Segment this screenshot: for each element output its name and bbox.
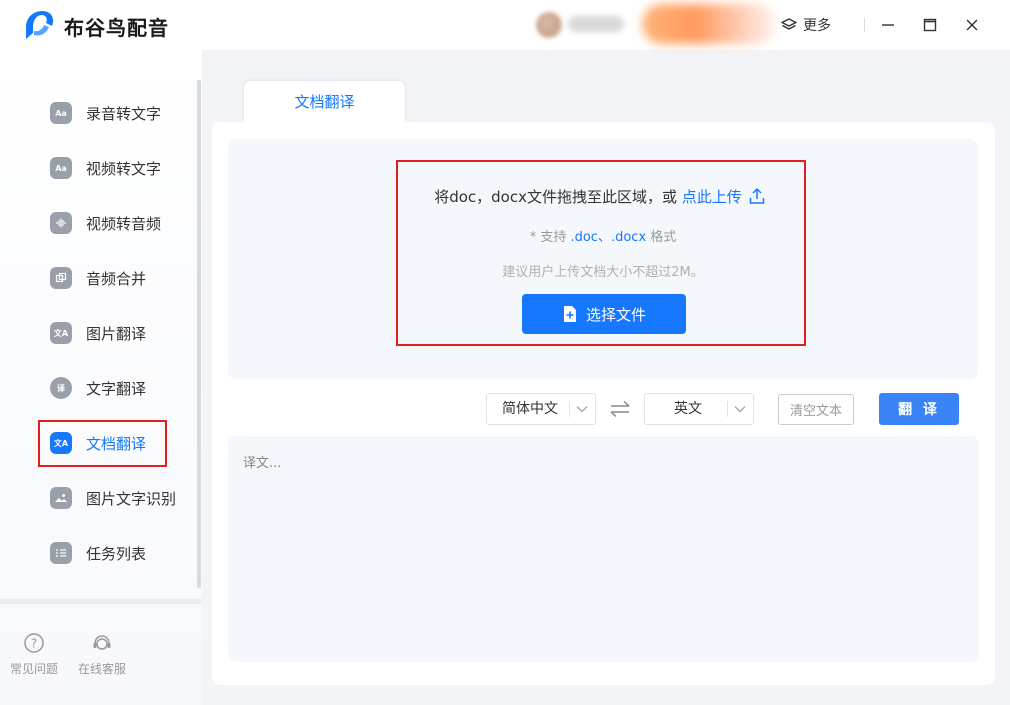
upload-link[interactable]: 点此上传	[681, 187, 766, 206]
sidebar-item-label: 音频合并	[86, 269, 147, 288]
sidebar-item-video-to-audio[interactable]: 视频转音频	[50, 208, 161, 238]
tab-document-translate[interactable]: 文档翻译	[243, 80, 406, 122]
upload-icon	[749, 187, 765, 204]
sidebar-item-audio-to-text[interactable]: Aa 录音转文字	[50, 98, 161, 128]
sidebar-item-label: 图片文字识别	[86, 489, 177, 508]
sidebar-item-video-to-text[interactable]: Aa 视频转文字	[50, 153, 161, 183]
drop-prompt: 将doc，docx文件拖拽至此区域，或	[434, 188, 677, 206]
tab-label: 文档翻译	[294, 93, 355, 111]
clear-text-label: 清空文本	[789, 404, 842, 419]
cuckoo-logo-icon	[26, 11, 54, 39]
sidebar-item-label: 任务列表	[86, 544, 147, 563]
maximize-icon	[923, 18, 937, 32]
app-title: 布谷鸟配音	[64, 16, 169, 40]
sidebar-item-label: 图片翻译	[86, 324, 147, 343]
audio-to-text-icon: Aa	[50, 102, 72, 124]
more-button[interactable]: 更多	[781, 14, 831, 36]
chevron-down-icon	[734, 406, 746, 413]
title-bar: 布谷鸟配音 更多	[0, 0, 1010, 50]
sidebar-item-image-translate[interactable]: 文A 图片翻译	[50, 318, 146, 348]
document-translate-icon: 文A	[50, 432, 72, 454]
clear-text-button[interactable]: 清空文本	[778, 394, 854, 425]
task-list-icon	[50, 542, 72, 564]
sidebar-item-label: 视频转音频	[86, 214, 162, 233]
titlebar-divider	[864, 18, 865, 32]
size-hint: 建议用户上传文档大小不超过2M。	[502, 265, 704, 280]
sidebar-scrollbar[interactable]	[197, 80, 201, 588]
source-language-select[interactable]: 简体中文	[486, 393, 596, 425]
video-to-audio-icon	[50, 212, 72, 234]
sidebar-item-label: 录音转文字	[86, 104, 162, 123]
user-avatar[interactable]	[536, 12, 562, 38]
support-label: 在线客服	[78, 662, 127, 676]
source-language-value: 简体中文	[502, 401, 558, 417]
close-button[interactable]	[963, 16, 981, 34]
file-drop-zone[interactable]	[228, 139, 978, 379]
formats-prefix: * 支持	[529, 230, 567, 245]
svg-text:?: ?	[31, 637, 37, 651]
faq-button[interactable]: ? 常见问题	[10, 632, 58, 677]
sidebar-item-task-list[interactable]: 任务列表	[50, 538, 146, 568]
image-translate-icon: 文A	[50, 322, 72, 344]
sidebar-item-label: 文字翻译	[86, 379, 147, 398]
upload-link-label: 点此上传	[681, 188, 742, 206]
vip-banner-blurred[interactable]	[642, 4, 776, 44]
translation-output[interactable]: 译文...	[228, 436, 979, 662]
formats-suffix: 格式	[650, 230, 677, 245]
minimize-button[interactable]	[879, 16, 897, 34]
sidebar-divider	[0, 599, 202, 604]
drop-instructions: 将doc，docx文件拖拽至此区域，或 点此上传	[400, 186, 800, 207]
translate-button[interactable]: 翻 译	[879, 393, 959, 425]
text-translate-icon: 译	[50, 377, 72, 399]
target-language-value: 英文	[674, 401, 702, 417]
close-icon	[966, 19, 978, 31]
choose-file-label: 选择文件	[585, 305, 646, 324]
video-to-text-icon: Aa	[50, 157, 72, 179]
chevron-down-icon	[576, 406, 588, 413]
sidebar-item-label: 视频转文字	[86, 159, 162, 178]
translate-label: 翻 译	[898, 402, 940, 418]
sidebar-item-text-translate[interactable]: 译 文字翻译	[50, 373, 146, 403]
sidebar-item-audio-merge[interactable]: 音频合并	[50, 263, 146, 293]
target-language-select[interactable]: 英文	[644, 393, 754, 425]
select-separator	[727, 401, 728, 417]
sidebar-item-document-translate[interactable]: 文A 文档翻译	[50, 428, 146, 458]
minimize-icon	[882, 24, 894, 26]
sidebar-item-label: 文档翻译	[86, 434, 147, 453]
select-separator	[569, 401, 570, 417]
more-label: 更多	[803, 18, 831, 34]
help-icon: ?	[24, 633, 44, 653]
audio-merge-icon	[50, 267, 72, 289]
choose-file-button[interactable]: 选择文件	[522, 294, 686, 334]
headset-icon	[93, 635, 111, 650]
formats-value: .doc、.docx	[570, 230, 647, 245]
maximize-button[interactable]	[921, 16, 939, 34]
sidebar-item-image-ocr[interactable]: 图片文字识别	[50, 483, 176, 513]
faq-label: 常见问题	[10, 662, 59, 676]
output-placeholder: 译文...	[243, 456, 282, 471]
swap-languages-icon[interactable]	[609, 399, 631, 419]
user-name-blurred[interactable]	[568, 16, 624, 32]
online-support-button[interactable]: 在线客服	[78, 632, 126, 677]
supported-formats: * 支持 .doc、.docx 格式	[400, 226, 806, 245]
add-file-icon	[563, 306, 576, 322]
layers-icon	[781, 18, 797, 30]
image-ocr-icon	[50, 487, 72, 509]
